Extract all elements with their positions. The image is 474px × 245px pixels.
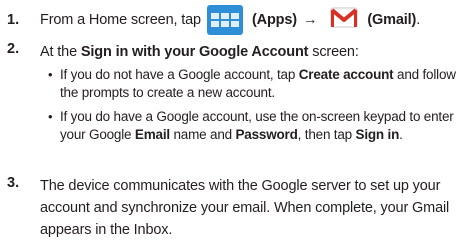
apps-grid-icon [206,5,243,35]
password-term: Password [235,127,298,142]
arrow-icon: → [302,12,318,28]
step-2-intro-end: screen: [308,44,359,60]
step-number: 1. [7,12,20,28]
bullet-dot: • [48,67,53,82]
create-account-term: Create account [298,67,394,82]
gmail-label: (Gmail) [367,12,417,28]
step-1-text: From a Home screen, tap [40,12,201,28]
screen-name: Sign in with your Google Account [80,44,309,60]
step-3-text: The device communicates with the Google … [40,178,450,238]
gmail-envelope-icon [329,2,359,39]
step-2-intro: At the [40,44,81,60]
list-item: • If you do not have a Google account, t… [44,66,470,102]
sign-in-term: Sign in [355,127,400,142]
bullet-text: If you do not have a Google account, tap [60,67,299,82]
instruction-document: 1. From a Home screen, tap (Apps) → (Gma… [0,0,474,245]
step-text: From a Home screen, tap (Apps) → (Gmail)… [40,4,470,36]
step-1-end: . [416,12,421,28]
bullet-dot: • [48,109,53,124]
bullet-text: name and [169,127,236,142]
step-number: 2. [7,41,20,57]
bullet-text: , then tap [297,127,356,142]
apps-label: (Apps) [251,12,297,28]
email-term: Email [134,127,170,142]
step-number: 3. [7,175,20,191]
step-text: At the Sign in with your Google Account … [40,41,470,63]
bullet-text: . [399,127,403,142]
list-item: • If you do have a Google account, use t… [44,108,470,144]
bullet-list: • If you do not have a Google account, t… [44,66,470,150]
